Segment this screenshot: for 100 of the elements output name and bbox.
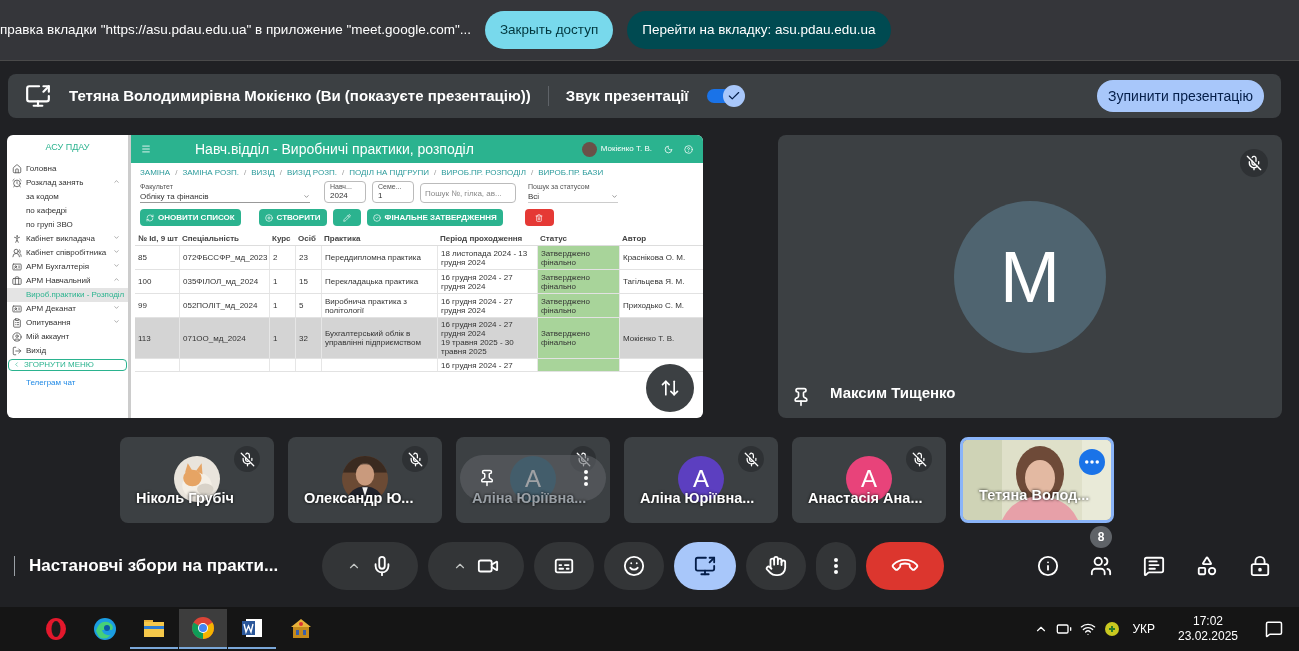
table-cell-text: 16 грудня 2024 - 27 грудня 2024 [441, 272, 514, 291]
smiley-icon [623, 555, 645, 577]
breadcrumb-link[interactable]: ЗАМІНА [140, 168, 171, 178]
switch-tab-button[interactable]: Перейти на вкладку: asu.pdau.edu.ua [627, 11, 891, 49]
table-cell: Тагільцева Я. М. [623, 277, 685, 286]
alarm-clock-icon [12, 177, 22, 188]
table-cell-text: Затверджено фінально [541, 248, 591, 267]
more-options-button[interactable] [816, 542, 856, 590]
participant-name: Ніколь Грубіч [136, 489, 235, 509]
notifications-icon[interactable] [1265, 620, 1283, 638]
id-card-icon [12, 303, 22, 314]
edit-button[interactable] [332, 209, 361, 226]
breadcrumb-separator: / [175, 168, 178, 178]
emoji-button[interactable] [604, 542, 664, 590]
table-cell: 1 [273, 301, 278, 310]
info-icon [1037, 555, 1059, 577]
sidebar-item[interactable]: Мій аккаунт [7, 329, 128, 344]
briefcase-icon [12, 275, 22, 286]
breadcrumb-link[interactable]: ПОДІЛ НА ПІДГРУПИ [349, 168, 429, 178]
presenter-name: Тетяна Володимирівна Мокієнко (Ви (показуєте презентацію)) [69, 85, 531, 106]
table-cell-text: Бухгалтерський облік в управлінні підприємством [325, 329, 422, 347]
column-header: Спеціальність [181, 234, 240, 243]
chevron-left-icon [13, 361, 20, 368]
raise-hand-button[interactable] [746, 542, 806, 590]
breadcrumb-link[interactable]: ВИЗІД РОЗП. [287, 168, 337, 178]
breadcrumb-link[interactable]: ВИРОБ.ПР. РОЗПОДІЛ [441, 168, 527, 178]
table-cell-text: 16 грудня 2024 - 27 грудня 2024 [441, 296, 514, 315]
breadcrumb-link[interactable]: ВИЗІД [251, 168, 275, 178]
sidebar-item[interactable]: по групі ЗВО [7, 217, 128, 232]
table-cell: 1 [273, 277, 278, 286]
stop-presenting-button[interactable]: Зупинити презентацію [1097, 80, 1264, 112]
chrome-icon[interactable] [179, 609, 227, 649]
table-cell: 113 [138, 333, 151, 343]
breadcrumb-separator: / [279, 168, 282, 178]
stop-sharing-button[interactable]: Закрыть доступ [484, 11, 614, 49]
breadcrumb-link[interactable]: ЗАМІНА РОЗП. [182, 168, 239, 178]
breadcrumb-separator: / [531, 168, 534, 178]
language-indicator[interactable]: УКР [1132, 620, 1155, 638]
arrows-icon [660, 378, 680, 398]
shapes-icon [1196, 555, 1218, 577]
person-icon [12, 233, 22, 244]
sidebar-item[interactable]: Опитування [7, 315, 128, 330]
table-cell-text: Затверджено фінально [541, 272, 591, 291]
sidebar-item[interactable]: по кафедрі [7, 203, 128, 218]
search-field[interactable]: Пошук №, гілка, ав... [420, 183, 516, 203]
sidebar-item[interactable]: Розклад занять [7, 175, 128, 190]
scroll-toggle-button[interactable] [646, 364, 694, 412]
column-header: Статус [539, 234, 568, 243]
battery-icon[interactable] [1056, 621, 1073, 637]
more-icon[interactable] [584, 470, 588, 486]
clock[interactable]: 17:02 23.02.2025 [1177, 614, 1239, 644]
app-logo: АСУ ПДАУ [44, 141, 91, 154]
check-icon [726, 89, 741, 103]
table-cell: 035ФІЛОЛ_мд_2024 [183, 277, 259, 286]
people-icon [12, 247, 22, 258]
pin-icon[interactable] [478, 469, 496, 487]
column-header: № Id, 9 шт [137, 234, 179, 243]
table-cell-text: Затверджено фінально [541, 329, 591, 347]
present-screen-icon [694, 555, 716, 577]
sidebar-item[interactable]: Головна [7, 161, 128, 176]
people-icon [1090, 555, 1112, 577]
table-row[interactable]: 85 072ФБССФР_мд_2023 2 23 Переддипломна практика 18 листопада 2024 - 13 грудня 2024 Затверджено фінально Краснікова О. М. [135, 246, 703, 270]
mic-button[interactable] [322, 542, 418, 590]
sidebar-item[interactable]: Кабінет викладача [7, 231, 128, 246]
present-icon [25, 83, 51, 109]
tray-app-icon[interactable] [1104, 621, 1121, 637]
captions-button[interactable] [534, 542, 594, 590]
count-badge: 8 [1090, 526, 1112, 548]
table-cell: Мокієнко Т. В. [623, 333, 675, 343]
network-icon[interactable] [1080, 621, 1097, 637]
sidebar-item[interactable]: АРМ Деканат [7, 301, 128, 316]
user-avatar [581, 141, 597, 157]
dropdown-icon [303, 193, 310, 200]
sidebar-item[interactable]: Кабінет співробітника [7, 245, 128, 260]
sidebar-item[interactable]: АРМ Бухгалтерія [7, 259, 128, 274]
table-cell: 052ПОЛІТ_мд_2024 [183, 301, 258, 310]
breadcrumb-separator: / [342, 168, 345, 178]
table-cell-text: Виробнича практика з політології [325, 296, 408, 315]
participant-name: Аліна Юріївна... [472, 489, 587, 509]
delete-button[interactable] [524, 209, 554, 226]
table-cell-text: 16 грудня 2024 - 27 [441, 361, 514, 370]
audio-toggle[interactable] [706, 86, 745, 106]
table-cell: 1 [273, 333, 278, 343]
camera-button[interactable] [428, 542, 524, 590]
table-cell: 32 [299, 333, 308, 343]
participant-name: Анастасія Ана... [808, 489, 923, 509]
leave-call-button[interactable] [866, 542, 944, 590]
table-row[interactable]: 113 071ОО_мд_2024 1 32 Бухгалтерський облік в управлінні підприємством 16 грудня 2024 - 27 грудня 2024 19 травня 2025 - 30 травня 2025 Затверджено фінально Мокієнко Т. В. [135, 318, 703, 359]
lock-icon [1249, 555, 1271, 577]
breadcrumb-link[interactable]: ВИРОБ.ПР. БАЗИ [538, 168, 604, 178]
telegram-link[interactable]: Телеграм чат [7, 376, 128, 389]
sidebar-item[interactable]: за кодом [7, 189, 128, 204]
trash-icon [535, 213, 544, 222]
sidebar-item[interactable]: Вихід [7, 343, 128, 358]
present-button[interactable] [674, 542, 736, 590]
logout-icon [12, 345, 22, 356]
table-row[interactable]: 100 035ФІЛОЛ_мд_2024 1 15 Перекладацька практика 16 грудня 2024 - 27 грудня 2024 Затверджено фінально Тагільцева Я. М. [135, 270, 703, 294]
sidebar-item[interactable]: АРМ Навчальний [7, 273, 128, 288]
home-icon [12, 163, 22, 174]
breadcrumb-separator: / [433, 168, 437, 178]
